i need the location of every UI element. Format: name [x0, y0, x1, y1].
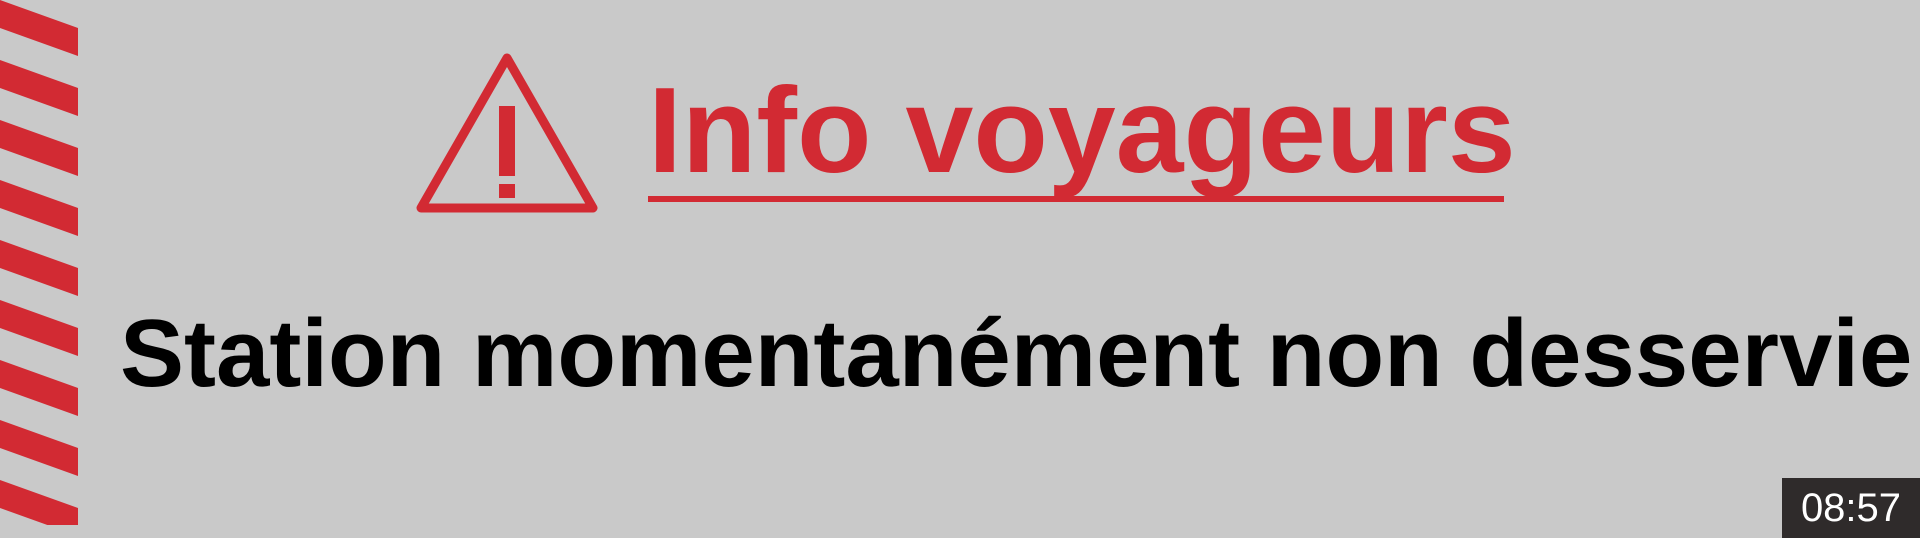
- hazard-stripe-border: [0, 0, 78, 525]
- page-title: Info voyageurs: [648, 62, 1516, 198]
- timestamp-badge: 08:57: [1782, 478, 1920, 538]
- warning-triangle-icon: [416, 53, 598, 213]
- info-display-screen: Info voyageurs Station momentanément non…: [0, 0, 1920, 538]
- service-status-message: Station momentanément non desservie: [120, 300, 1913, 407]
- title-underline: [648, 196, 1504, 202]
